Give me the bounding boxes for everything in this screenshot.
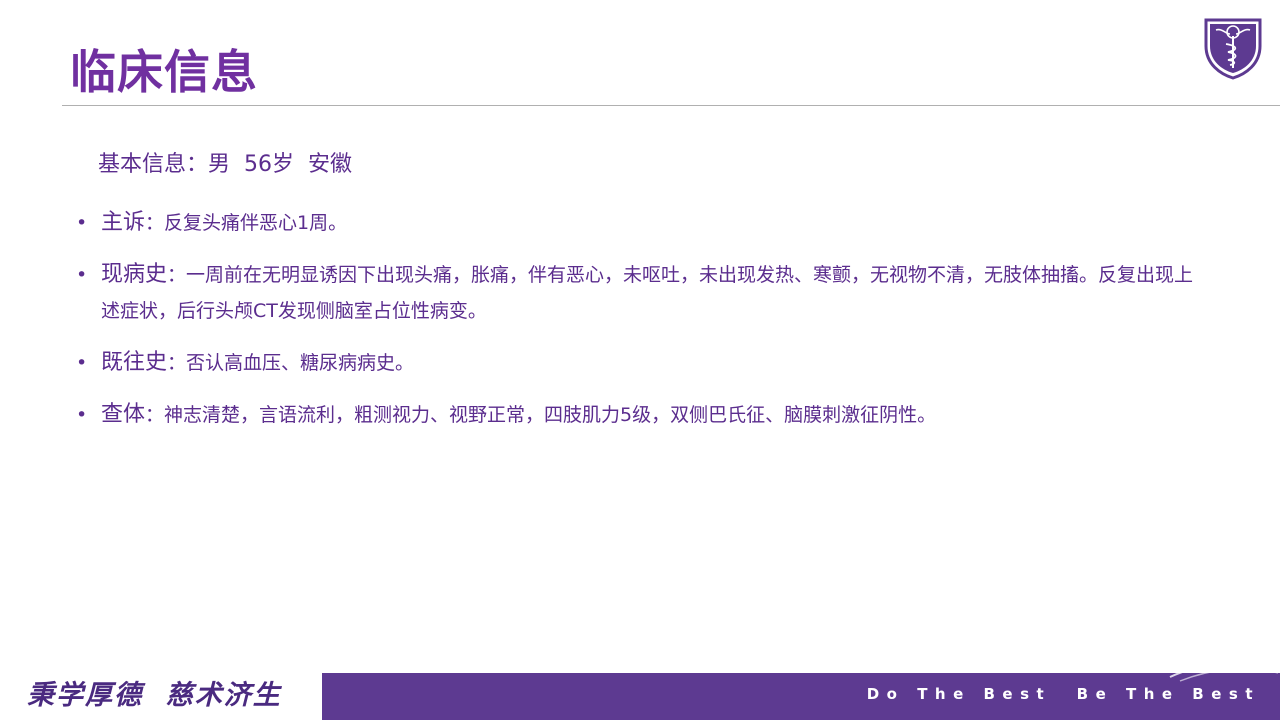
item-text: ：反复头痛伴恶心1周。 — [145, 212, 348, 234]
list-item-chief-complaint: • 主诉：反复头痛伴恶心1周。 — [76, 205, 1206, 241]
list-item-physical-exam: • 查体：神志清楚，言语流利，粗测视力、视野正常，四肢肌力5级，双侧巴氏征、脑膜… — [76, 397, 1206, 433]
item-text: ：一周前在无明显诱因下出现头痛，胀痛，伴有恶心，未呕吐，未出现发热、寒颤，无视物… — [101, 264, 1194, 322]
item-label: 查体 — [101, 402, 146, 427]
item-label: 既往史 — [101, 350, 168, 375]
item-text: ：神志清楚，言语流利，粗测视力、视野正常，四肢肌力5级，双侧巴氏征、脑膜刺激征阴… — [145, 404, 937, 426]
item-text: ：否认高血压、糖尿病病史。 — [167, 352, 415, 374]
item-label: 主诉 — [101, 210, 146, 235]
bullet: • — [76, 352, 88, 374]
footer-motto: 秉学厚德 慈术济生 — [27, 680, 282, 711]
footer-slogan: Do The Best Be The Best — [866, 685, 1260, 703]
clinical-info-list: • 主诉：反复头痛伴恶心1周。 • 现病史：一周前在无明显诱因下出现头痛，胀痛，… — [76, 205, 1206, 449]
list-item-past-history: • 既往史：否认高血压、糖尿病病史。 — [76, 345, 1206, 381]
list-item-present-illness: • 现病史：一周前在无明显诱因下出现头痛，胀痛，伴有恶心，未呕吐，未出现发热、寒… — [76, 257, 1206, 329]
decorative-swoosh-icon — [1169, 662, 1279, 682]
bullet: • — [76, 212, 88, 234]
title-divider — [62, 105, 1280, 106]
bullet: • — [76, 264, 88, 286]
basic-info: 基本信息：男 56岁 安徽 — [98, 152, 352, 177]
page-title: 临床信息 — [70, 45, 258, 99]
bullet: • — [76, 404, 88, 426]
slide: 临床信息 基本信息：男 56岁 安徽 • 主诉：反复头痛伴恶心1周。 • 现病史… — [0, 0, 1280, 720]
item-label: 现病史 — [101, 262, 168, 287]
university-shield-logo-icon — [1204, 18, 1262, 80]
